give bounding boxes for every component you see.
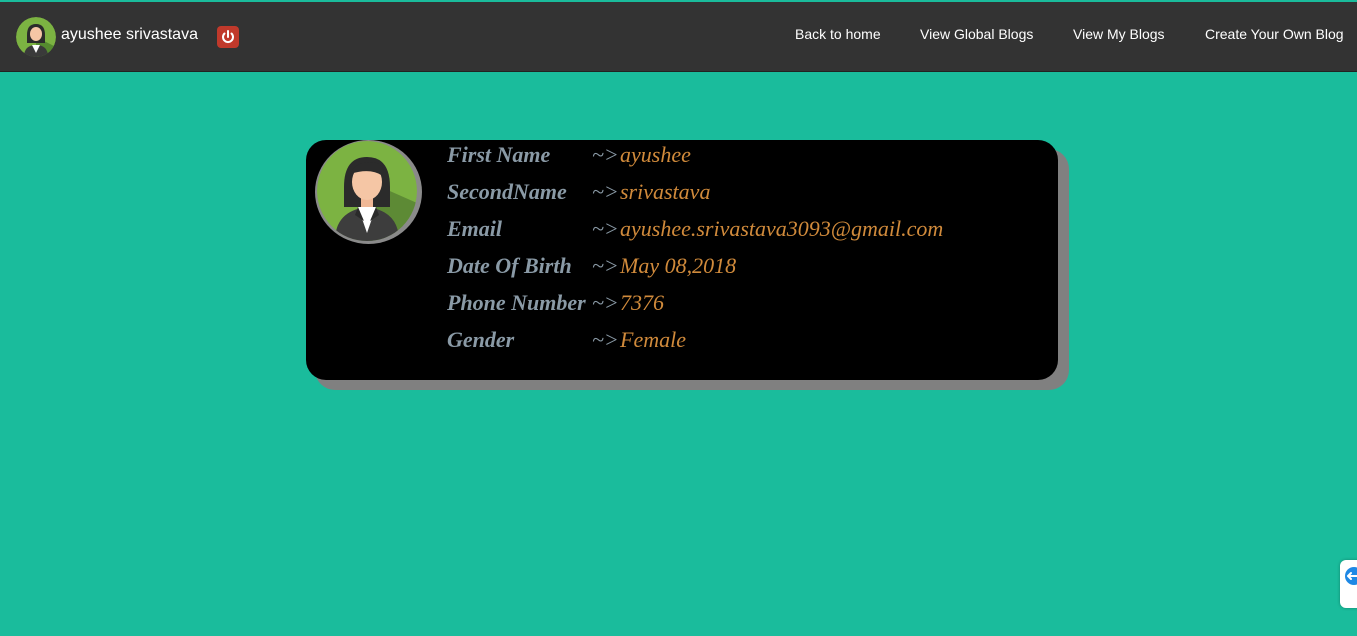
field-value: May 08,2018: [620, 253, 737, 278]
field-value: Female: [620, 327, 686, 352]
field-separator: ~>: [592, 216, 619, 241]
field-separator: ~>: [592, 142, 619, 167]
field-separator: ~>: [592, 290, 619, 315]
logout-button[interactable]: [217, 26, 239, 48]
field-value: srivastava: [620, 179, 711, 204]
nav-back-to-home[interactable]: Back to home: [795, 26, 881, 42]
user-avatar-icon[interactable]: [16, 17, 56, 57]
field-label: First Name: [447, 142, 551, 167]
field-value: ayushee.srivastava3093@gmail.com: [620, 216, 944, 241]
field-label: SecondName: [447, 179, 567, 204]
nav-create-your-own-blog[interactable]: Create Your Own Blog: [1205, 26, 1344, 42]
side-remote-widget[interactable]: [1340, 560, 1357, 608]
field-value: ayushee: [620, 142, 691, 167]
top-navbar: ayushee srivastava Back to home View Glo…: [0, 2, 1357, 72]
power-icon: [222, 30, 234, 43]
nav-view-my-blogs[interactable]: View My Blogs: [1073, 26, 1165, 42]
field-separator: ~>: [592, 179, 619, 204]
field-label: Email: [447, 216, 503, 241]
username-link[interactable]: ayushee srivastava: [61, 26, 198, 44]
field-value: 7376: [620, 290, 664, 315]
profile-avatar-icon: [317, 141, 417, 241]
field-label: Gender: [447, 327, 515, 352]
arrows-icon: [1345, 567, 1357, 585]
field-separator: ~>: [592, 253, 619, 278]
nav-view-global-blogs[interactable]: View Global Blogs: [920, 26, 1033, 42]
field-label: Phone Number: [447, 290, 586, 315]
field-label: Date Of Birth: [447, 253, 572, 278]
field-separator: ~>: [592, 327, 619, 352]
